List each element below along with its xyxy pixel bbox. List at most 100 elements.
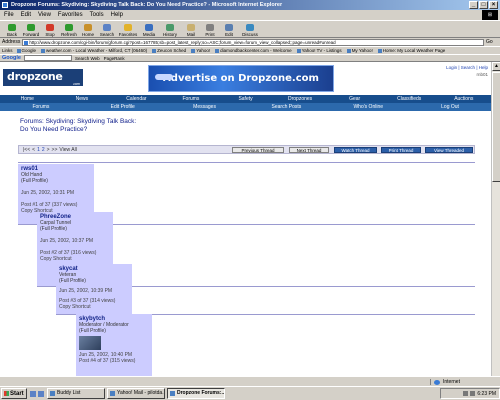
taskbar-button-dropzone[interactable]: Dropzone Forums:... [167, 388, 225, 399]
link-item[interactable]: Home: My Local Weather Page [378, 48, 445, 53]
scroll-thumb[interactable] [492, 72, 500, 182]
link-item[interactable]: Zeucon Sched [152, 48, 186, 53]
start-button[interactable]: Start [1, 388, 27, 399]
vertical-scrollbar[interactable]: ▲ ▼ [491, 62, 500, 386]
stop-icon [46, 24, 54, 31]
pagerank-indicator: PageRank [103, 55, 125, 61]
menu-help[interactable]: Help [111, 12, 123, 18]
prev-page-link[interactable]: < [32, 147, 35, 153]
copy-shortcut-link[interactable]: Copy Shortcut [59, 304, 129, 310]
standard-toolbar: Back Forward Stop Refresh Home Search Favorite… [0, 20, 500, 38]
desktop-icon[interactable] [38, 390, 44, 397]
link-item[interactable]: weather.com - Local Weather - Milford, C… [41, 48, 147, 53]
stop-toolbar-button[interactable]: Stop [41, 21, 59, 37]
go-button[interactable]: Go [486, 39, 500, 45]
subnav-forums[interactable]: Forums [0, 103, 82, 111]
links-bar: Links Google weather.com - Local Weather… [0, 46, 500, 54]
taskbar-button-buddy-list[interactable]: Buddy List [47, 388, 105, 399]
mail-icon [187, 24, 195, 31]
view-threaded-button[interactable]: View Threaded [425, 147, 473, 153]
discuss-toolbar-button[interactable]: Discuss [239, 21, 261, 37]
subnav-messages[interactable]: Messages [164, 103, 246, 111]
logged-in-user: rnb01 [476, 72, 488, 77]
menu-favorites[interactable]: Favorites [58, 12, 83, 18]
address-input[interactable]: http://www.dropzone.com/cgi-bin/forum/gf… [22, 38, 484, 46]
link-item[interactable]: Yahoo! TV - Listings [297, 48, 342, 53]
first-page-link[interactable]: |<< [23, 147, 30, 153]
subnav-whos-online[interactable]: Who's Online [327, 103, 409, 111]
google-search-button[interactable]: Search Web [75, 56, 100, 61]
nav-forums[interactable]: Forums [164, 95, 219, 103]
menu-view[interactable]: View [38, 12, 51, 18]
link-item[interactable]: diamondbackcenter.com - Welcome [215, 48, 291, 53]
home-toolbar-button[interactable]: Home [79, 21, 97, 37]
volume-icon[interactable] [470, 391, 476, 396]
google-search-input[interactable] [23, 55, 72, 61]
link-item[interactable]: My Yahoo! [347, 48, 373, 53]
window-titlebar[interactable]: Dropzone Forums: Skydiving: Skydiving Ta… [0, 0, 500, 10]
history-toolbar-button[interactable]: History [159, 21, 181, 37]
full-profile-link[interactable]: (Full Profile) [79, 328, 149, 334]
nav-safety[interactable]: Safety [218, 95, 273, 103]
subnav-log-out[interactable]: Log Out [409, 103, 491, 111]
logo-text: dropzone [7, 70, 63, 83]
site-header: dropzone .com Advertise on Dropzone.com … [0, 62, 491, 95]
nav-calendar[interactable]: Calendar [109, 95, 164, 103]
search-toolbar-button[interactable]: Search [98, 21, 116, 37]
copy-shortcut-link[interactable]: Copy Shortcut [40, 256, 110, 262]
nav-classifieds[interactable]: Classifieds [382, 95, 437, 103]
watch-thread-button[interactable]: Watch Thread [334, 147, 377, 153]
back-toolbar-button[interactable]: Back [3, 21, 21, 37]
window-controls: _ □ × [469, 1, 498, 9]
taskbar-button-yahoo-mail[interactable]: Yahoo! Mail - pilotda... [107, 388, 165, 399]
nav-home[interactable]: Home [0, 95, 55, 103]
nav-auctions[interactable]: Auctions [437, 95, 492, 103]
nav-news[interactable]: News [55, 95, 110, 103]
print-icon [206, 24, 214, 31]
page-link-1[interactable]: 1 [37, 147, 40, 153]
next-page-link[interactable]: > [47, 147, 50, 153]
maximize-button[interactable]: □ [479, 1, 488, 9]
close-button[interactable]: × [489, 1, 498, 9]
minimize-button[interactable]: _ [469, 1, 478, 9]
menu-edit[interactable]: Edit [21, 12, 31, 18]
favorites-toolbar-button[interactable]: Favorites [117, 21, 139, 37]
full-profile-link[interactable]: (Full Profile) [21, 178, 91, 184]
windows-flag-icon [4, 391, 9, 396]
media-toolbar-button[interactable]: Media [140, 21, 158, 37]
subnav-edit-profile[interactable]: Edit Profile [82, 103, 164, 111]
subnav-search-posts[interactable]: Search Posts [245, 103, 327, 111]
refresh-toolbar-button[interactable]: Refresh [60, 21, 78, 37]
last-page-link[interactable]: >> [52, 147, 58, 153]
scroll-up-button[interactable]: ▲ [492, 62, 500, 71]
menu-file[interactable]: File [4, 12, 14, 18]
full-profile-link[interactable]: (Full Profile) [59, 278, 129, 284]
login-search-help-links[interactable]: Login | Search | Help [446, 65, 488, 70]
dropzone-logo[interactable]: dropzone .com [3, 69, 83, 86]
refresh-icon [65, 24, 73, 31]
advertise-banner[interactable]: Advertise on Dropzone.com [148, 65, 334, 92]
quick-launch [30, 390, 44, 397]
breadcrumb-path[interactable]: Forums: Skydiving: Skydiving Talk Back: [20, 118, 136, 126]
nav-dropzones[interactable]: Dropzones [273, 95, 328, 103]
full-profile-link[interactable]: (Full Profile) [40, 226, 110, 232]
post-date: Jun 25, 2002, 10:39 PM [59, 288, 113, 294]
menu-tools[interactable]: Tools [90, 12, 104, 18]
forward-toolbar-button[interactable]: Forward [22, 21, 40, 37]
logo-suffix: .com [72, 82, 81, 86]
print-toolbar-button[interactable]: Print [201, 21, 219, 37]
next-thread-button[interactable]: Next Thread [289, 147, 329, 153]
view-all-link[interactable]: View All [59, 147, 76, 153]
link-item[interactable]: Google [17, 48, 37, 53]
page-link-2[interactable]: 2 [42, 147, 45, 153]
edit-toolbar-button[interactable]: Edit [220, 21, 238, 37]
google-logo: Google [2, 55, 21, 61]
print-thread-button[interactable]: Print Thread [381, 147, 421, 153]
link-item[interactable]: Yahoo! [191, 48, 210, 53]
ie-quicklaunch-icon[interactable] [30, 390, 36, 397]
previous-thread-button[interactable]: Previous Thread [232, 147, 284, 153]
network-icon[interactable] [463, 391, 469, 396]
nav-gear[interactable]: Gear [327, 95, 382, 103]
toolbar-button-label: Media [142, 32, 156, 37]
mail-toolbar-button[interactable]: Mail [182, 21, 200, 37]
